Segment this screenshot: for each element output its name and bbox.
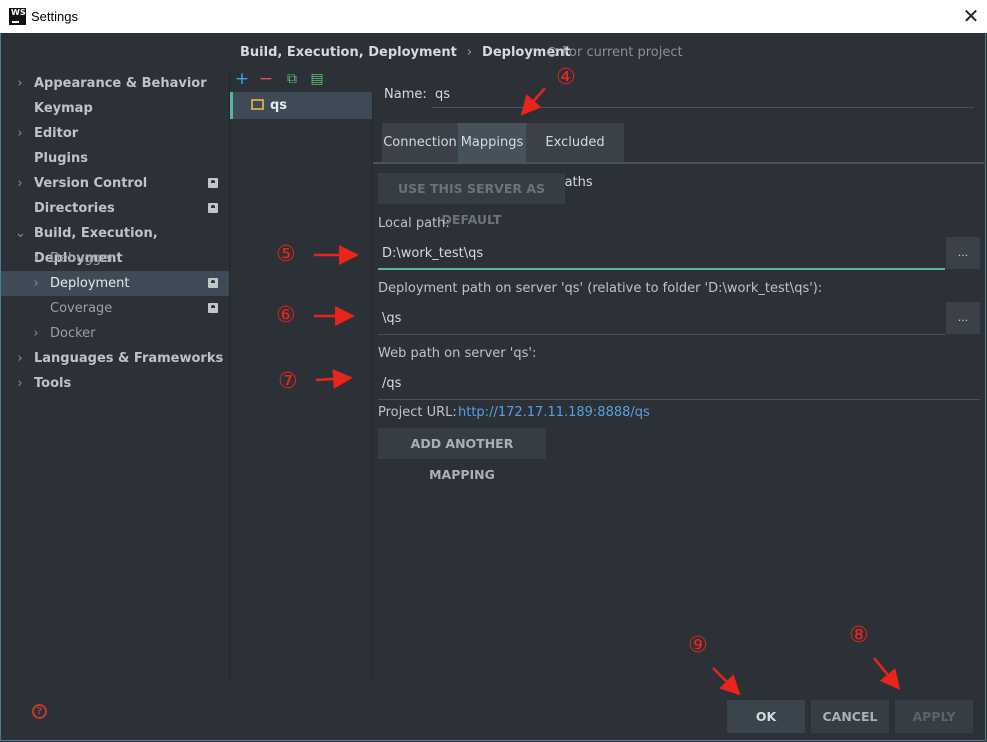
sidebar-item-appearance-behavior[interactable]: › Appearance & Behavior: [1, 71, 229, 96]
use-server-as-default-button[interactable]: USE THIS SERVER AS DEFAULT: [378, 173, 565, 227]
name-label: Name:: [384, 87, 427, 102]
chevron-right-icon: ›: [17, 76, 23, 91]
annotation-5: ⑤: [276, 242, 296, 267]
project-scope-icon: [208, 203, 218, 213]
use-as-default-icon[interactable]: ▤: [308, 69, 326, 89]
sidebar-item-editor[interactable]: › Editor: [1, 121, 229, 146]
sidebar-item-label: Plugins: [34, 151, 88, 166]
chevron-right-icon: ›: [17, 126, 23, 141]
window-title: Settings: [31, 9, 78, 24]
local-path-field[interactable]: [378, 238, 945, 270]
tab-connection[interactable]: Connection: [382, 123, 458, 163]
project-scope-icon: [208, 303, 218, 313]
webstorm-logo-icon: WS: [9, 8, 26, 25]
breadcrumb-separator: ›: [466, 45, 473, 60]
settings-sidebar: › Appearance & Behavior Keymap › Editor Pl…: [1, 33, 229, 681]
chevron-right-icon: ›: [33, 251, 39, 266]
server-name: qs: [270, 98, 288, 113]
sidebar-item-label: Tools: [34, 376, 72, 391]
cancel-button[interactable]: CANCEL: [811, 700, 889, 733]
server-list: qs: [230, 92, 372, 680]
close-icon[interactable]: ✕: [960, 5, 982, 27]
sidebar-item-label: Docker: [50, 326, 96, 341]
sidebar-item-plugins[interactable]: Plugins: [1, 146, 229, 171]
chevron-right-icon: ›: [33, 326, 39, 341]
add-another-mapping-button[interactable]: ADD ANOTHER MAPPING: [378, 428, 546, 482]
chevron-right-icon: ›: [33, 276, 39, 291]
server-list-divider: [372, 92, 373, 681]
deployment-path-browse-button[interactable]: ...: [946, 302, 980, 334]
sidebar-item-build-execution-deployment[interactable]: ⌄ Build, Execution, Deployment: [1, 221, 229, 266]
annotation-6: ⑥: [276, 303, 296, 328]
scope-indicator: For current project: [547, 44, 683, 62]
sidebar-item-label: Debugger: [50, 251, 115, 266]
web-path-field[interactable]: [378, 368, 980, 400]
annotation-8: ⑧: [849, 623, 869, 648]
tab-underline: [373, 162, 986, 164]
project-scope-icon: [208, 278, 218, 288]
sidebar-item-debugger[interactable]: › Debugger: [1, 246, 229, 271]
sidebar-item-languages-frameworks[interactable]: › Languages & Frameworks: [1, 346, 229, 371]
annotation-7: ⑦: [278, 369, 298, 394]
local-path-label: Local path:: [378, 216, 450, 231]
annotation-4: ④: [556, 65, 576, 90]
sidebar-item-version-control[interactable]: › Version Control: [1, 171, 229, 196]
copy-server-icon[interactable]: ⧉: [283, 69, 301, 89]
add-server-button[interactable]: +: [233, 69, 251, 89]
sidebar-item-label: Languages & Frameworks: [34, 351, 224, 366]
sidebar-item-label: Coverage: [50, 301, 113, 316]
sidebar-item-docker[interactable]: › Docker: [1, 321, 229, 346]
deployment-path-label: Deployment path on server 'qs' (relative…: [378, 281, 823, 296]
sidebar-item-label: Deployment: [50, 276, 130, 291]
deployment-path-field[interactable]: [378, 303, 945, 335]
breadcrumb-parent: Build, Execution, Deployment: [240, 45, 457, 60]
sidebar-item-deployment[interactable]: › Deployment: [1, 271, 229, 296]
chevron-right-icon: ›: [17, 351, 23, 366]
project-scope-icon: [547, 47, 557, 57]
chevron-right-icon: ›: [17, 376, 23, 391]
tab-excluded-paths[interactable]: Excluded Paths: [526, 123, 624, 190]
local-path-browse-button[interactable]: ...: [946, 237, 980, 269]
project-url-link[interactable]: http://172.17.11.189:8888/qs: [458, 404, 650, 422]
project-scope-icon: [208, 178, 218, 188]
sidebar-item-tools[interactable]: › Tools: [1, 371, 229, 396]
sidebar-item-coverage[interactable]: Coverage: [1, 296, 229, 321]
sidebar-item-label: Directories: [34, 201, 115, 216]
web-path-label: Web path on server 'qs':: [378, 346, 537, 361]
scope-label: For current project: [562, 45, 683, 60]
help-icon[interactable]: ?: [32, 704, 47, 719]
sidebar-item-label: Keymap: [34, 101, 93, 116]
title-bar: WS Settings ✕: [0, 0, 987, 33]
project-url-label: Project URL:: [378, 405, 457, 420]
remove-server-button[interactable]: −: [257, 69, 275, 89]
sidebar-item-label: Version Control: [34, 176, 148, 191]
chevron-right-icon: ›: [17, 176, 23, 191]
chevron-down-icon: ⌄: [15, 226, 26, 241]
breadcrumb: Build, Execution, Deployment › Deployment: [240, 44, 571, 62]
ok-button[interactable]: OK: [727, 700, 805, 733]
sidebar-item-label: Editor: [34, 126, 79, 141]
server-item-qs[interactable]: qs: [230, 92, 372, 119]
sidebar-item-label: Appearance & Behavior: [34, 76, 207, 91]
apply-button[interactable]: APPLY: [895, 700, 973, 733]
tab-mappings[interactable]: Mappings: [458, 123, 526, 163]
annotation-9: ⑨: [688, 633, 708, 658]
sidebar-item-keymap[interactable]: Keymap: [1, 96, 229, 121]
name-field[interactable]: [432, 82, 974, 108]
sidebar-item-directories[interactable]: Directories: [1, 196, 229, 221]
server-icon: [251, 99, 264, 110]
